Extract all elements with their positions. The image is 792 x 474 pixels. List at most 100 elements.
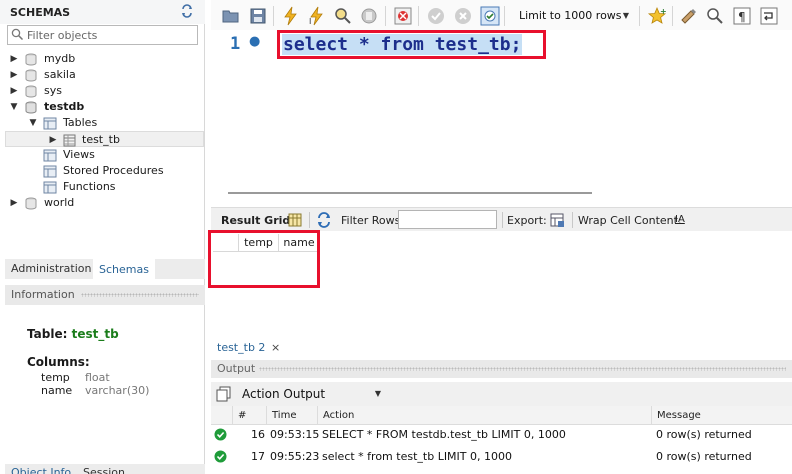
column-header[interactable]: temp (239, 234, 279, 252)
database-icon (25, 101, 37, 114)
views-icon (43, 149, 57, 162)
export-icon[interactable] (549, 212, 565, 228)
information-title: Information (11, 288, 75, 301)
success-check-icon (214, 428, 227, 441)
collapse-arrow-icon[interactable]: ▼ (9, 99, 19, 115)
database-icon (25, 69, 37, 82)
close-icon[interactable]: × (271, 341, 280, 354)
info-table: Table: test_tb (27, 327, 119, 341)
database-icon (25, 53, 37, 66)
invisible-chars-icon[interactable]: ¶ (732, 6, 752, 26)
schemas-title: SCHEMAS (10, 6, 71, 19)
tab-object-info[interactable]: Object Info (11, 466, 71, 474)
editor-horizontal-scrollbar[interactable] (228, 192, 592, 194)
schema-label: sys (44, 84, 62, 97)
sql-statement[interactable]: select * from test_tb; (282, 34, 523, 55)
limit-rows-select[interactable]: Limit to 1000 rows ▼ (508, 7, 635, 25)
panel-grip[interactable] (259, 367, 786, 371)
beautify-icon[interactable] (679, 6, 699, 26)
message-column-header[interactable]: Message (652, 406, 792, 425)
column-header[interactable]: name (279, 234, 319, 252)
refresh-results-icon[interactable] (316, 212, 332, 228)
toolbar-separator (502, 212, 503, 228)
tab-administration[interactable]: Administration (5, 259, 98, 279)
results-tab-label[interactable]: test_tb 2 (217, 341, 265, 354)
output-action: select * from test_tb LIMIT 0, 1000 (322, 450, 512, 463)
tree-label: test_tb (82, 133, 120, 146)
copy-icon[interactable] (216, 386, 232, 402)
toggle-error-icon[interactable] (393, 6, 413, 26)
tree-item-stored-procedures[interactable]: Stored Procedures (0, 163, 200, 179)
execute-current-icon[interactable]: I (307, 6, 327, 26)
wrap-icon[interactable] (759, 6, 779, 26)
output-row[interactable]: 16 09:53:15 SELECT * FROM testdb.test_tb… (211, 424, 792, 446)
schema-label: world (44, 196, 75, 209)
tab-schemas[interactable]: Schemas (93, 259, 155, 279)
column-type: varchar(30) (85, 384, 150, 397)
database-icon (25, 85, 37, 98)
save-icon[interactable] (248, 6, 268, 26)
grid-view-icon[interactable] (287, 212, 303, 228)
autocommit-icon[interactable] (480, 6, 500, 26)
output-number: 16 (251, 428, 265, 441)
output-header: Output (211, 360, 792, 378)
dropdown-arrow-icon: ▼ (374, 389, 381, 398)
schema-item-sys[interactable]: ▶ sys (0, 83, 200, 99)
info-table-label: Table: (27, 327, 68, 341)
toolbar-separator (572, 212, 573, 228)
open-file-icon[interactable] (221, 6, 241, 26)
explain-icon[interactable] (333, 6, 353, 26)
output-mode-select[interactable]: Action Output ▼ (235, 384, 387, 404)
number-column-header[interactable]: # (233, 406, 267, 425)
expand-arrow-icon[interactable]: ▶ (9, 67, 19, 83)
svg-text:¶: ¶ (738, 10, 746, 24)
commit-icon[interactable] (426, 6, 446, 26)
output-message: 0 row(s) returned (656, 428, 752, 441)
tab-session[interactable]: Session (83, 466, 125, 474)
tree-item-functions[interactable]: Functions (0, 179, 200, 195)
expand-arrow-icon[interactable]: ▶ (9, 83, 19, 99)
expand-arrow-icon[interactable]: ▶ (9, 195, 19, 211)
time-column-header[interactable]: Time (267, 406, 318, 425)
toolbar-separator (672, 6, 673, 26)
output-action: SELECT * FROM testdb.test_tb LIMIT 0, 10… (322, 428, 566, 441)
sql-editor[interactable]: 1 ● select * from test_tb; (211, 30, 792, 205)
favorite-icon[interactable]: + (647, 6, 667, 26)
collapse-arrow-icon[interactable]: ▼ (28, 115, 38, 131)
schema-item-sakila[interactable]: ▶ sakila (0, 67, 200, 83)
output-time: 09:55:23 (270, 450, 320, 463)
action-column-header[interactable]: Action (318, 406, 652, 425)
toolbar-separator (418, 6, 419, 26)
results-tab[interactable]: test_tb 2 × (211, 340, 792, 356)
output-row[interactable]: 17 09:55:23 select * from test_tb LIMIT … (211, 446, 792, 468)
rollback-icon[interactable] (453, 6, 473, 26)
row-selector-header[interactable] (213, 234, 239, 252)
limit-rows-value: Limit to 1000 rows (519, 9, 622, 22)
filter-rows-input[interactable] (398, 210, 497, 229)
schema-item-mydb[interactable]: ▶ mydb (0, 51, 200, 67)
refresh-icon[interactable] (180, 4, 194, 18)
find-icon[interactable] (705, 6, 725, 26)
schema-label: mydb (44, 52, 76, 65)
panel-grip[interactable] (81, 293, 199, 297)
search-icon (11, 28, 24, 41)
sql-editor-toolbar: I Limit to 1000 rows ▼ + ¶ (211, 0, 792, 30)
tables-folder-icon (43, 117, 57, 130)
stop-icon[interactable] (359, 6, 379, 26)
result-grid[interactable]: temp name (208, 230, 320, 288)
schema-label: testdb (44, 100, 85, 113)
schema-item-testdb[interactable]: ▼ testdb (0, 99, 200, 115)
filter-rows-label: Filter Rows: (341, 214, 405, 227)
schema-item-world[interactable]: ▶ world (0, 195, 200, 211)
tree-label: Stored Procedures (63, 164, 164, 177)
result-grid-tab[interactable]: Result Grid (221, 214, 290, 227)
execute-icon[interactable] (281, 6, 301, 26)
tree-item-views[interactable]: Views (0, 147, 200, 163)
filter-objects-input[interactable] (27, 27, 195, 43)
wrap-cell-toggle-icon[interactable]: IA (675, 214, 685, 225)
tree-item-tables[interactable]: ▼ Tables (0, 115, 200, 131)
line-number: 1 (230, 34, 241, 54)
expand-arrow-icon[interactable]: ▶ (48, 132, 58, 148)
table-item-test-tb[interactable]: ▶ test_tb (5, 131, 204, 147)
expand-arrow-icon[interactable]: ▶ (9, 51, 19, 67)
